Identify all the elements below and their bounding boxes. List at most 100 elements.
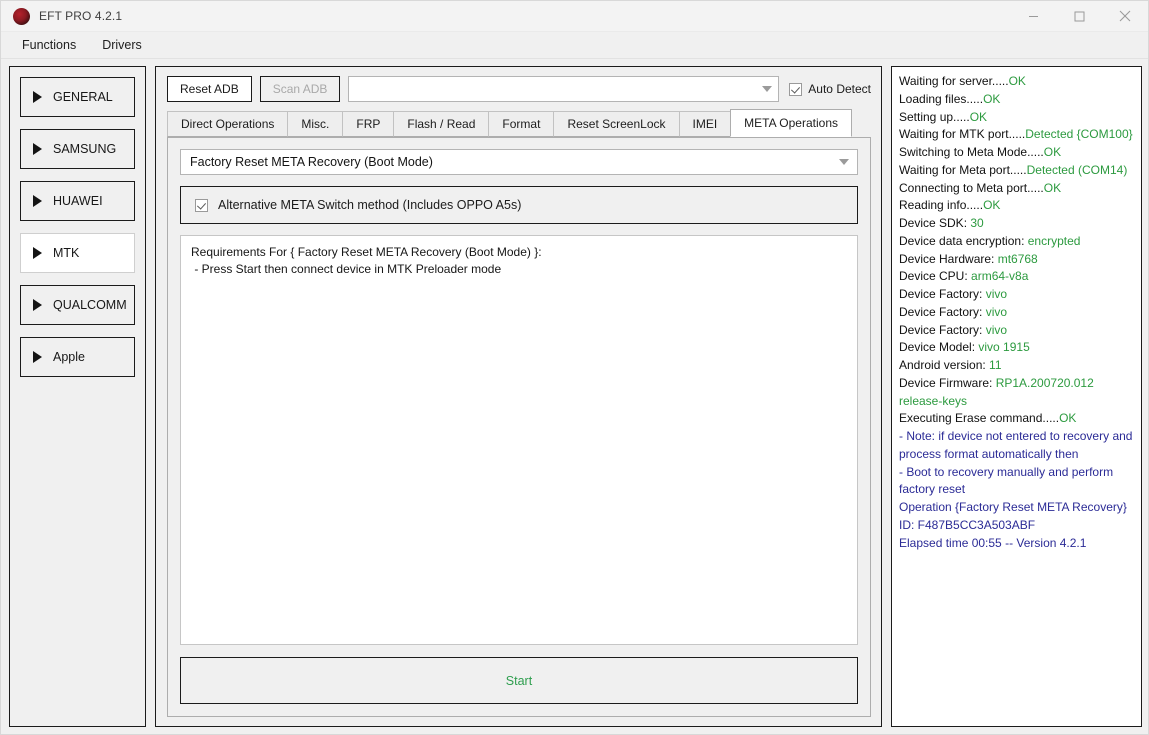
- close-icon[interactable]: [1102, 1, 1148, 32]
- requirements-text: Requirements For { Factory Reset META Re…: [180, 235, 858, 645]
- start-button[interactable]: Start: [180, 657, 858, 704]
- sidebar-item-huawei[interactable]: HUAWEI: [20, 181, 135, 221]
- log-line-value: 30: [970, 216, 984, 230]
- auto-detect-label: Auto Detect: [808, 82, 871, 96]
- tab-misc[interactable]: Misc.: [287, 111, 344, 137]
- log-line-value: Detected {COM100}: [1025, 127, 1133, 142]
- tab-strip: Direct Operations Misc. FRP Flash / Read…: [167, 109, 871, 138]
- log-line-label: Device data encryption:: [899, 233, 1028, 248]
- scan-adb-button: Scan ADB: [259, 76, 341, 102]
- log-line-label: Device Factory:: [899, 304, 986, 319]
- sidebar-item-label: GENERAL: [53, 90, 113, 104]
- title-bar: EFT PRO 4.2.1: [1, 1, 1148, 32]
- eft-logo-icon: [13, 7, 30, 25]
- chevron-down-icon: [762, 86, 773, 92]
- log-panel[interactable]: Waiting for server.....OK Loading files..…: [891, 66, 1142, 727]
- log-line: Connecting to Meta port.....OK: [899, 180, 1134, 198]
- log-line-value: OK: [1043, 180, 1062, 195]
- sidebar-item-apple[interactable]: Apple: [20, 337, 135, 377]
- tab-direct-operations[interactable]: Direct Operations: [167, 111, 289, 137]
- alternative-meta-switch-label: Alternative META Switch method (Includes…: [218, 198, 522, 212]
- checkmark-icon: [195, 198, 208, 212]
- menu-item-drivers[interactable]: Drivers: [89, 34, 155, 56]
- sidebar-item-label: Apple: [53, 350, 85, 364]
- log-line-label: Device Model:: [899, 340, 979, 355]
- main-panel: Reset ADB Scan ADB Auto Detect Direct Op…: [155, 66, 882, 727]
- tab-flash-read[interactable]: Flash / Read: [393, 111, 490, 137]
- menu-item-functions[interactable]: Functions: [9, 34, 89, 56]
- log-line-label: Switching to Meta Mode.....: [899, 145, 1044, 159]
- log-line-value: OK: [983, 198, 1001, 213]
- log-line-label: Executing Erase command.....: [899, 411, 1060, 426]
- log-line: Device data encryption: encrypted: [899, 233, 1134, 251]
- body-area: GENERAL SAMSUNG HUAWEI MTK QUALCOMM Appl…: [1, 59, 1148, 734]
- sidebar-item-label: QUALCOMM: [53, 298, 127, 312]
- log-line-label: Device Factory:: [899, 287, 986, 301]
- log-line-label: Connecting to Meta port.....: [899, 180, 1044, 195]
- log-line: - Note: if device not entered to recover…: [899, 428, 1134, 464]
- chevron-down-icon: [839, 159, 849, 165]
- log-line-label: Waiting for Meta port.....: [899, 162, 1027, 177]
- device-toolbar: Reset ADB Scan ADB Auto Detect: [167, 76, 871, 102]
- log-line: Loading files.....OK: [899, 91, 1134, 109]
- log-line-label: Setting up.....: [899, 109, 970, 124]
- tab-imei[interactable]: IMEI: [678, 111, 732, 137]
- log-line-label: Loading files.....: [899, 91, 984, 106]
- log-line: Device Factory: vivo: [899, 304, 1134, 322]
- log-line-label: Waiting for server.....: [899, 74, 1009, 88]
- log-line-value: Detected (COM14): [1026, 162, 1128, 177]
- log-line-label: Device Factory:: [899, 322, 986, 337]
- minimize-icon[interactable]: [1010, 1, 1056, 32]
- log-line: Android version: 11: [899, 357, 1134, 375]
- log-line-value: 11: [989, 358, 1002, 372]
- log-line: Waiting for server.....OK: [899, 73, 1134, 91]
- tab-frp[interactable]: FRP: [342, 111, 395, 137]
- log-line-value: OK: [983, 91, 1001, 106]
- log-line-value: vivo 1915: [978, 340, 1030, 355]
- reset-adb-button[interactable]: Reset ADB: [167, 76, 252, 102]
- log-line: Switching to Meta Mode.....OK: [899, 144, 1134, 162]
- log-line-value: Operation {Factory Reset META Recovery}: [899, 500, 1127, 514]
- sidebar-item-mtk[interactable]: MTK: [20, 233, 135, 273]
- log-line-label: Reading info.....: [899, 198, 984, 213]
- log-line: Device Model: vivo 1915: [899, 339, 1134, 357]
- chevron-right-icon: [33, 247, 42, 259]
- log-line-label: Android version:: [899, 358, 990, 372]
- sidebar-item-general[interactable]: GENERAL: [20, 77, 135, 117]
- window-title: EFT PRO 4.2.1: [39, 9, 123, 23]
- log-line-label: Device Hardware:: [899, 251, 998, 266]
- chevron-right-icon: [33, 91, 42, 103]
- meta-operations-page: Factory Reset META Recovery (Boot Mode) …: [167, 138, 871, 717]
- log-line-label: Waiting for MTK port.....: [899, 127, 1026, 142]
- sidebar-item-qualcomm[interactable]: QUALCOMM: [20, 285, 135, 325]
- log-line: Executing Erase command.....OK: [899, 410, 1134, 428]
- menu-bar: Functions Drivers: [1, 32, 1148, 59]
- log-line: Device Factory: vivo: [899, 322, 1134, 340]
- log-line: Elapsed time 00:55 -- Version 4.2.1: [899, 535, 1134, 553]
- tab-meta-operations[interactable]: META Operations: [730, 109, 852, 137]
- log-line-value: - Boot to recovery manually and perform …: [899, 464, 1114, 497]
- maximize-icon[interactable]: [1056, 1, 1102, 32]
- log-line-value: OK: [969, 109, 988, 124]
- auto-detect-checkbox[interactable]: Auto Detect: [787, 82, 871, 96]
- log-line: Setting up.....OK: [899, 109, 1134, 127]
- log-line-value: arm64-v8a: [971, 269, 1029, 284]
- app-window: EFT PRO 4.2.1 Functions Drivers GENERAL: [0, 0, 1149, 735]
- alternative-meta-switch-checkbox[interactable]: Alternative META Switch method (Includes…: [180, 186, 858, 224]
- log-line-value: - Note: if device not entered to recover…: [899, 429, 1133, 461]
- tab-reset-screenlock[interactable]: Reset ScreenLock: [553, 111, 680, 137]
- log-line-value: vivo: [985, 304, 1008, 319]
- chevron-right-icon: [33, 351, 42, 363]
- window-controls: [1010, 1, 1148, 32]
- log-line-label: Device SDK:: [899, 216, 971, 230]
- chevron-right-icon: [33, 143, 42, 155]
- log-line-value: vivo: [985, 287, 1008, 301]
- log-line-value: OK: [1043, 145, 1062, 159]
- tab-format[interactable]: Format: [488, 111, 555, 137]
- chevron-right-icon: [33, 299, 42, 311]
- device-select[interactable]: [348, 76, 780, 102]
- operation-select[interactable]: Factory Reset META Recovery (Boot Mode): [180, 149, 858, 175]
- sidebar-item-samsung[interactable]: SAMSUNG: [20, 129, 135, 169]
- log-line-value: OK: [1008, 74, 1026, 88]
- log-line: Waiting for MTK port.....Detected {COM10…: [899, 126, 1134, 144]
